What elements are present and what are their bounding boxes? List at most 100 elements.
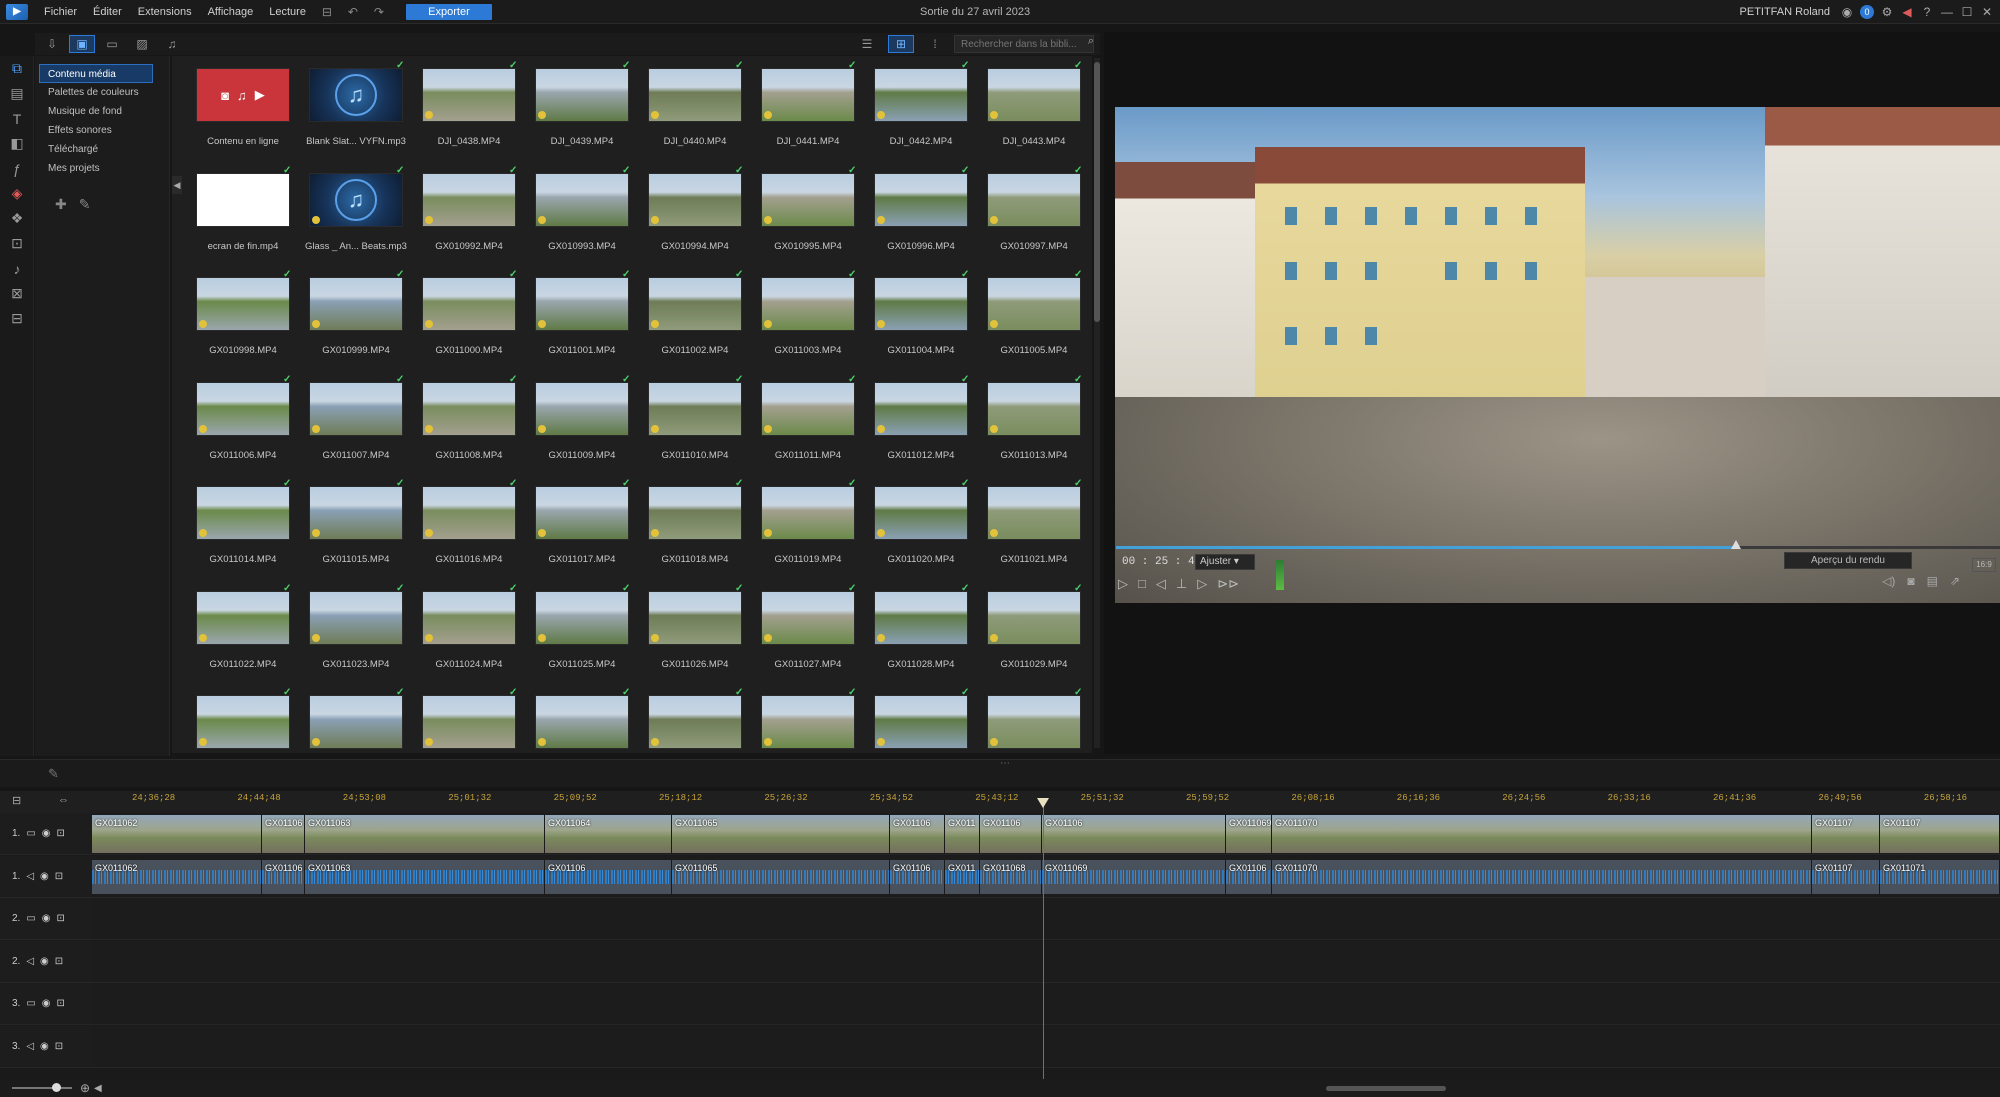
video-clip[interactable]: GX011065 <box>672 815 890 853</box>
tree-item-projets[interactable]: Mes projets <box>35 159 169 178</box>
effects-room-icon[interactable]: ƒ <box>0 156 34 181</box>
fit-select[interactable]: Ajuster ▾ <box>1195 554 1255 570</box>
audio-clip[interactable]: GX011062 <box>92 859 262 894</box>
video-clip[interactable]: GX011070 <box>1272 815 1812 853</box>
media-thumbnail[interactable] <box>648 381 742 436</box>
media-thumbnail[interactable] <box>874 590 968 645</box>
media-tile[interactable]: ✓ DJI_0443.MP4 <box>963 56 1082 156</box>
media-tile[interactable]: ✓ DJI_0439.MP4 <box>511 56 630 156</box>
media-tile[interactable]: ✓ GX011026.MP4 <box>624 579 743 679</box>
media-tile[interactable]: ✓ DJI_0442.MP4 <box>850 56 969 156</box>
media-tile[interactable]: ✓ <box>624 683 743 753</box>
scroll-left-icon[interactable]: ◀ <box>94 1083 102 1094</box>
tree-item-effets[interactable]: Effets sonores <box>35 121 169 140</box>
media-tile[interactable]: ✓ DJI_0441.MP4 <box>737 56 856 156</box>
media-thumbnail[interactable] <box>874 486 968 540</box>
audio-clip[interactable]: GX01106 <box>890 859 945 894</box>
audio-track-header[interactable]: 3. ◁ ◉ ⊡ <box>0 1025 92 1068</box>
media-thumbnail[interactable] <box>422 381 516 436</box>
display-quality-icon[interactable]: ▤ <box>1927 574 1938 588</box>
media-tile[interactable]: ✓ GX010992.MP4 <box>398 161 517 261</box>
pip-room-icon[interactable]: ◈ <box>0 181 34 206</box>
undock-icon[interactable]: ⇗ <box>1950 574 1960 588</box>
media-tile[interactable]: ◙ ♫ ▶ Contenu en ligne <box>172 56 290 156</box>
zoom-slider[interactable] <box>12 1087 72 1089</box>
particle-room-icon[interactable]: ❖ <box>0 206 34 231</box>
media-tile[interactable]: ✓ GX011016.MP4 <box>398 474 517 574</box>
title-room-icon[interactable]: T <box>0 106 34 131</box>
megaphone-icon[interactable]: ◀ <box>1900 5 1914 19</box>
audio-track-lane[interactable] <box>92 1025 2000 1068</box>
media-thumbnail[interactable] <box>874 381 968 436</box>
video-clip[interactable]: GX01106 <box>980 815 1042 853</box>
media-thumbnail[interactable] <box>309 590 403 645</box>
transition-room-icon[interactable]: ◧ <box>0 131 34 156</box>
media-thumbnail[interactable] <box>535 277 629 331</box>
video-track-lane[interactable]: GX011062 GX01106 GX011063 GX011064 GX011065 G… <box>92 813 2000 855</box>
search-icon[interactable]: ⌕ <box>1088 35 1094 48</box>
video-clip[interactable]: GX011 <box>945 815 980 853</box>
media-thumbnail[interactable] <box>761 695 855 749</box>
audio-clip[interactable]: GX011 <box>945 859 980 894</box>
undo-icon[interactable]: ↶ <box>344 4 362 20</box>
audio-track-header[interactable]: 2. ◁ ◉ ⊡ <box>0 940 92 983</box>
preview-scrub-handle[interactable] <box>1731 540 1741 549</box>
media-thumbnail[interactable] <box>648 695 742 749</box>
video-clip[interactable]: GX011063 <box>305 815 545 853</box>
media-thumbnail[interactable] <box>987 277 1081 331</box>
image-room-icon[interactable]: ▤ <box>0 81 34 106</box>
media-tile[interactable]: ✓ GX011003.MP4 <box>737 265 856 365</box>
menu-affichage[interactable]: Affichage <box>200 6 262 18</box>
collapse-panel-icon[interactable]: ◀ <box>172 176 182 194</box>
track-visibility-icon[interactable]: ◉ <box>40 956 49 967</box>
media-tile[interactable]: ✓ GX011023.MP4 <box>285 579 404 679</box>
timeline-hscrollbar[interactable] <box>1326 1086 1446 1091</box>
media-thumbnail[interactable] <box>422 172 516 227</box>
media-tile[interactable]: ✓ GX011001.MP4 <box>511 265 630 365</box>
track-lock-icon[interactable]: ⊡ <box>57 913 65 924</box>
media-tile[interactable]: ✓ <box>737 683 856 753</box>
audio-clip[interactable]: GX011070 <box>1272 859 1812 894</box>
media-thumbnail[interactable] <box>761 381 855 436</box>
media-tile[interactable]: ♫ ✓ Blank Slat... VYFN.mp3 <box>285 56 406 156</box>
import-media-icon[interactable]: ⇩ <box>39 35 65 53</box>
media-tile[interactable]: ✓ GX011008.MP4 <box>398 370 517 470</box>
media-tile[interactable]: ✓ GX011029.MP4 <box>963 579 1082 679</box>
media-thumbnail[interactable] <box>648 172 742 227</box>
list-view-icon[interactable]: ☰ <box>854 35 880 53</box>
zoom-slider-handle[interactable] <box>52 1083 61 1092</box>
track-visibility-icon[interactable]: ◉ <box>42 913 51 924</box>
media-tile[interactable]: ✓ GX011024.MP4 <box>398 579 517 679</box>
media-tile[interactable]: ✓ GX010994.MP4 <box>624 161 743 261</box>
stop-icon[interactable]: □ <box>1138 576 1146 592</box>
media-tile[interactable]: ✓ ecran de fin.mp4 <box>172 161 291 261</box>
media-thumbnail[interactable]: ◙ ♫ ▶ <box>196 68 290 122</box>
audio-clip[interactable]: GX011068 <box>980 859 1042 894</box>
media-thumbnail[interactable] <box>761 277 855 331</box>
media-thumbnail[interactable] <box>987 590 1081 645</box>
video-track-lane[interactable] <box>92 983 2000 1025</box>
media-thumbnail[interactable] <box>874 277 968 331</box>
media-tile[interactable]: ✓ <box>850 683 969 753</box>
media-tile[interactable]: ✓ GX011013.MP4 <box>963 370 1082 470</box>
playhead-handle[interactable] <box>1037 798 1049 808</box>
chapter-room-icon[interactable]: ⊟ <box>0 306 34 331</box>
media-thumbnail[interactable] <box>422 486 516 540</box>
media-thumbnail[interactable] <box>309 381 403 436</box>
media-thumbnail[interactable] <box>196 486 290 540</box>
playhead[interactable] <box>1043 805 1044 1080</box>
media-thumbnail[interactable] <box>987 695 1081 749</box>
video-clip[interactable]: GX011062 <box>92 815 262 853</box>
track-visibility-icon[interactable]: ◉ <box>40 871 49 882</box>
media-tile[interactable]: ♫ ✓ Glass _ An... Beats.mp3 <box>285 161 407 261</box>
media-thumbnail[interactable] <box>987 381 1081 436</box>
notification-badge-icon[interactable]: 0 <box>1860 5 1874 19</box>
video-clip[interactable]: GX01106 <box>890 815 945 853</box>
media-filter-all-icon[interactable]: ▣ <box>69 35 95 53</box>
media-thumbnail[interactable]: ♫ <box>309 68 403 122</box>
media-thumbnail[interactable] <box>648 277 742 331</box>
media-tile[interactable]: ✓ GX011004.MP4 <box>850 265 969 365</box>
audio-clip[interactable]: GX011071 <box>1880 859 2000 894</box>
media-thumbnail[interactable] <box>761 68 855 122</box>
media-tile[interactable]: ✓ GX011010.MP4 <box>624 370 743 470</box>
